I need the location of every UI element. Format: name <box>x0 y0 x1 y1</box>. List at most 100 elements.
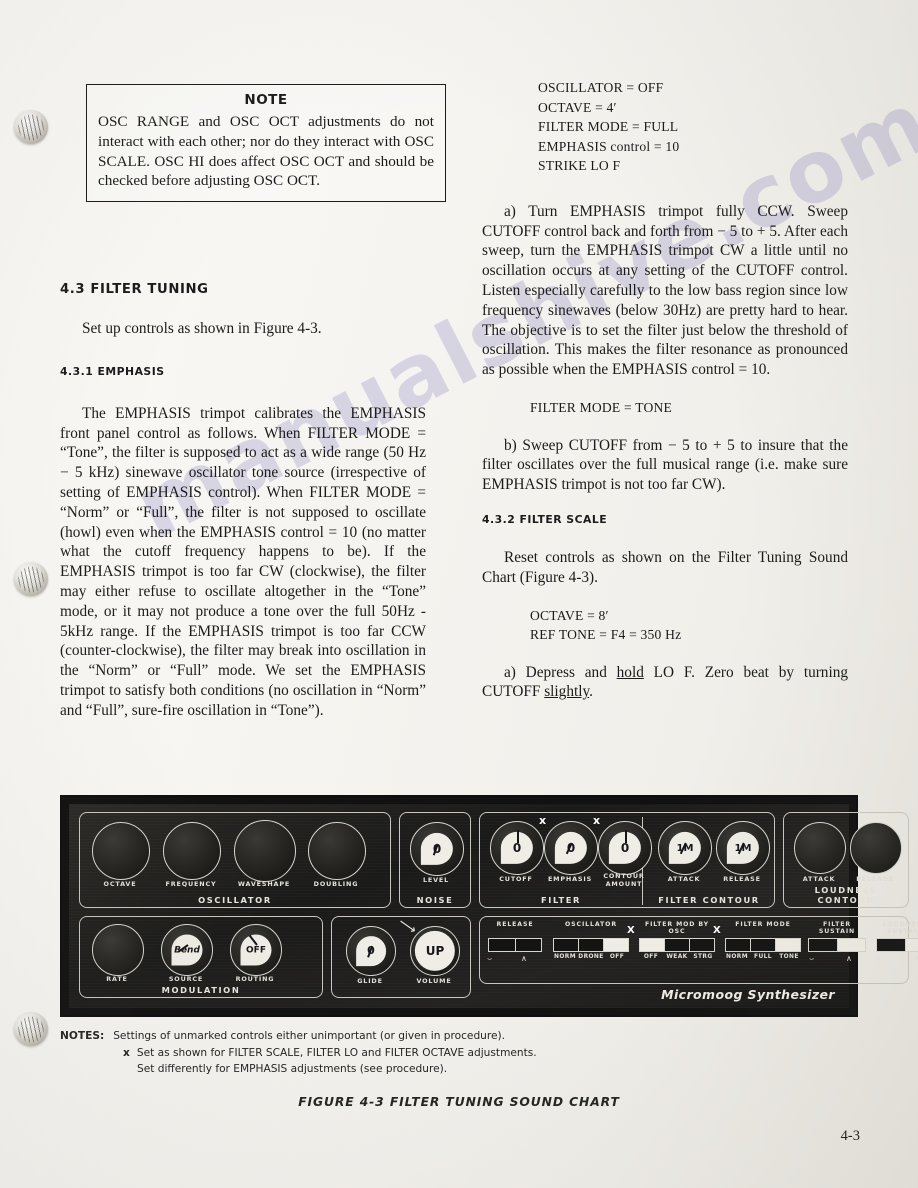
knob-noise-level[interactable]: 0 <box>410 822 464 876</box>
setting-item: STRIKE LO F <box>538 158 621 174</box>
envelope-curve-icon: ⌣ <box>877 954 883 963</box>
step-a-paragraph: a) Turn EMPHASIS trimpot fully CCW. Swee… <box>482 202 848 379</box>
note-box: NOTE OSC RANGE and OSC OCT adjustments d… <box>86 84 446 202</box>
switch-cell[interactable] <box>665 939 690 951</box>
knob-label-noise-level: LEVEL <box>422 876 450 884</box>
knob-loudness-attack[interactable] <box>794 822 846 874</box>
knob-value-volume: UP <box>414 930 456 972</box>
knob-doubling[interactable] <box>308 822 366 880</box>
group-title-loudness-contour: LOUDNESS CONTOUR <box>814 885 878 905</box>
knob-value-filter-contour-release: 1M <box>726 831 760 865</box>
group-title-filter-contour: FILTER CONTOUR <box>658 895 760 905</box>
filter-mode-tone-setting: FILTER MODE = TONE <box>530 399 673 415</box>
switch-title-filter-sustain: FILTER SUSTAIN <box>818 921 856 936</box>
switch-filter-mode[interactable]: FILTER MODE NORM FULL TONE <box>724 921 802 979</box>
knob-filter-contour-attack[interactable]: 1M <box>658 821 712 875</box>
switch-cell[interactable] <box>554 939 579 951</box>
group-title-filter: FILTER <box>541 895 581 905</box>
x-mark-emphasis: x <box>593 814 601 827</box>
knob-octave[interactable] <box>92 822 150 880</box>
envelope-curve-icon: ⌣ <box>487 954 493 963</box>
group-title-modulation: MODULATION <box>161 985 241 995</box>
settings-list-top: OSCILLATOR = OFF OCTAVE = 4′ FILTER MODE… <box>482 78 848 176</box>
group-glide-volume: 0 GLIDE UP VOLUME ⟶ <box>331 915 471 998</box>
page-number: 4-3 <box>840 1128 860 1144</box>
reset-paragraph: Reset controls as shown on the Filter Tu… <box>482 548 848 586</box>
binder-hole-artifact <box>8 1010 54 1050</box>
note-body: OSC RANGE and OSC OCT adjustments do not… <box>98 113 434 190</box>
switch-cell[interactable] <box>579 939 604 951</box>
knob-filter-contour-release[interactable]: 1M <box>716 821 770 875</box>
notes-bullet-x: x <box>123 1046 130 1059</box>
switch-cell[interactable] <box>726 939 751 951</box>
note-title: NOTE <box>244 92 288 108</box>
section-heading-4-3: 4.3 FILTER TUNING <box>60 282 209 297</box>
switch-release[interactable]: RELEASE ⌣ ∧ <box>486 921 544 979</box>
subsection-heading-4-3-1: 4.3.1 EMPHASIS <box>60 364 165 378</box>
knob-label-modulation-routing: ROUTING <box>235 975 275 983</box>
switch-cell[interactable] <box>751 939 776 951</box>
notes-line-1: Settings of unmarked controls either uni… <box>113 1030 506 1042</box>
knob-modulation-rate[interactable] <box>92 924 144 976</box>
knob-volume[interactable]: UP <box>410 926 460 976</box>
switch-title-filter-mode: FILTER MODE <box>735 921 791 928</box>
envelope-curve-icon: ∧ <box>521 954 527 963</box>
group-modulation: RATE Bend SOURCE OFF ROUTING MODULATION <box>79 916 323 998</box>
knob-pointer-icon <box>625 830 627 843</box>
knob-value-modulation-routing: OFF <box>240 934 272 966</box>
x-mark-oscillator: X <box>627 925 635 936</box>
switch-option-label: TONE <box>779 954 799 960</box>
knob-label-contour-amount: CONTOUR AMOUNT <box>603 872 645 888</box>
switch-cell[interactable] <box>489 939 516 951</box>
binder-hole-artifact <box>8 108 54 148</box>
setting-item: OCTAVE = 4′ <box>538 99 617 115</box>
knob-frequency[interactable] <box>163 822 221 880</box>
knob-emphasis[interactable]: 0 <box>544 821 598 875</box>
switch-filter-sustain[interactable]: FILTER SUSTAIN ⌣ ∧ <box>806 921 868 979</box>
knob-modulation-source[interactable]: Bend <box>161 924 213 976</box>
switch-cell-selected[interactable] <box>640 939 665 951</box>
switch-option-label: STRG <box>693 954 713 960</box>
knob-contour-amount[interactable]: 0 <box>598 821 652 875</box>
envelope-curve-icon: ∧ <box>914 954 918 963</box>
right-column: OSCILLATOR = OFF OCTAVE = 4′ FILTER MODE… <box>482 78 848 702</box>
switch-filter-mod-by-osc[interactable]: FILTER MOD BY OSC OFF WEAK STRG <box>638 921 716 979</box>
setting-item: OCTAVE = 8′ <box>530 607 609 623</box>
switch-cell[interactable] <box>515 939 541 951</box>
knob-label-waveshape: WAVESHAPE <box>237 880 291 888</box>
switch-loudness-sustain[interactable]: LOUDNESS SUSTAIN ⌣ ∧ <box>874 921 918 979</box>
knob-loudness-release[interactable] <box>850 822 902 874</box>
knob-label-octave: OCTAVE <box>103 880 137 888</box>
knob-cutoff[interactable]: 0 <box>490 821 544 875</box>
switch-title-filter-mod-by-osc: FILTER MOD BY OSC <box>644 921 710 936</box>
knob-glide[interactable]: 0 <box>346 926 396 976</box>
switch-cell-selected[interactable] <box>604 939 628 951</box>
switch-cell-selected[interactable] <box>776 939 800 951</box>
switch-option-label: OFF <box>609 954 625 960</box>
settings-list-bottom: OCTAVE = 8′ REF TONE = F4 = 350 Hz <box>482 606 848 645</box>
switch-cell-selected[interactable] <box>837 939 865 951</box>
group-loudness-contour: ATTACK RELEASE LOUDNESS CONTOUR <box>783 812 909 908</box>
knob-label-filter-contour-attack: ATTACK <box>667 875 701 883</box>
subsection-heading-4-3-2: 4.3.2 FILTER SCALE <box>482 512 608 526</box>
knob-label-filter-contour-release: RELEASE <box>723 875 761 883</box>
switch-cell[interactable] <box>690 939 714 951</box>
knob-pointer-icon <box>517 830 519 843</box>
switch-title-release: RELEASE <box>496 921 534 928</box>
group-title-noise: NOISE <box>416 895 454 905</box>
notes-label: NOTES: <box>60 1030 105 1042</box>
brand-logo: Micromoog Synthesizer <box>661 987 835 1002</box>
knob-waveshape[interactable] <box>234 820 296 882</box>
switch-cell-selected[interactable] <box>905 939 918 951</box>
step-a2-paragraph: a) Depress and hold LO F. Zero beat by t… <box>482 663 848 703</box>
switch-oscillator[interactable]: OSCILLATOR NORM DRONE OFF <box>552 921 630 979</box>
group-noise: 0 LEVEL NOISE <box>399 812 471 908</box>
step-a2-underline-hold: hold <box>616 663 644 681</box>
knob-label-loudness-release: RELEASE <box>856 875 894 883</box>
switch-cell[interactable] <box>809 939 838 951</box>
group-switch-bank: RELEASE ⌣ ∧ OSCILLATOR NORM DRONE OFF X … <box>479 916 918 984</box>
switch-cell[interactable] <box>877 939 906 951</box>
knob-modulation-routing[interactable]: OFF <box>230 924 282 976</box>
binder-hole-artifact <box>8 560 54 600</box>
switch-option-label: FULL <box>754 954 772 960</box>
